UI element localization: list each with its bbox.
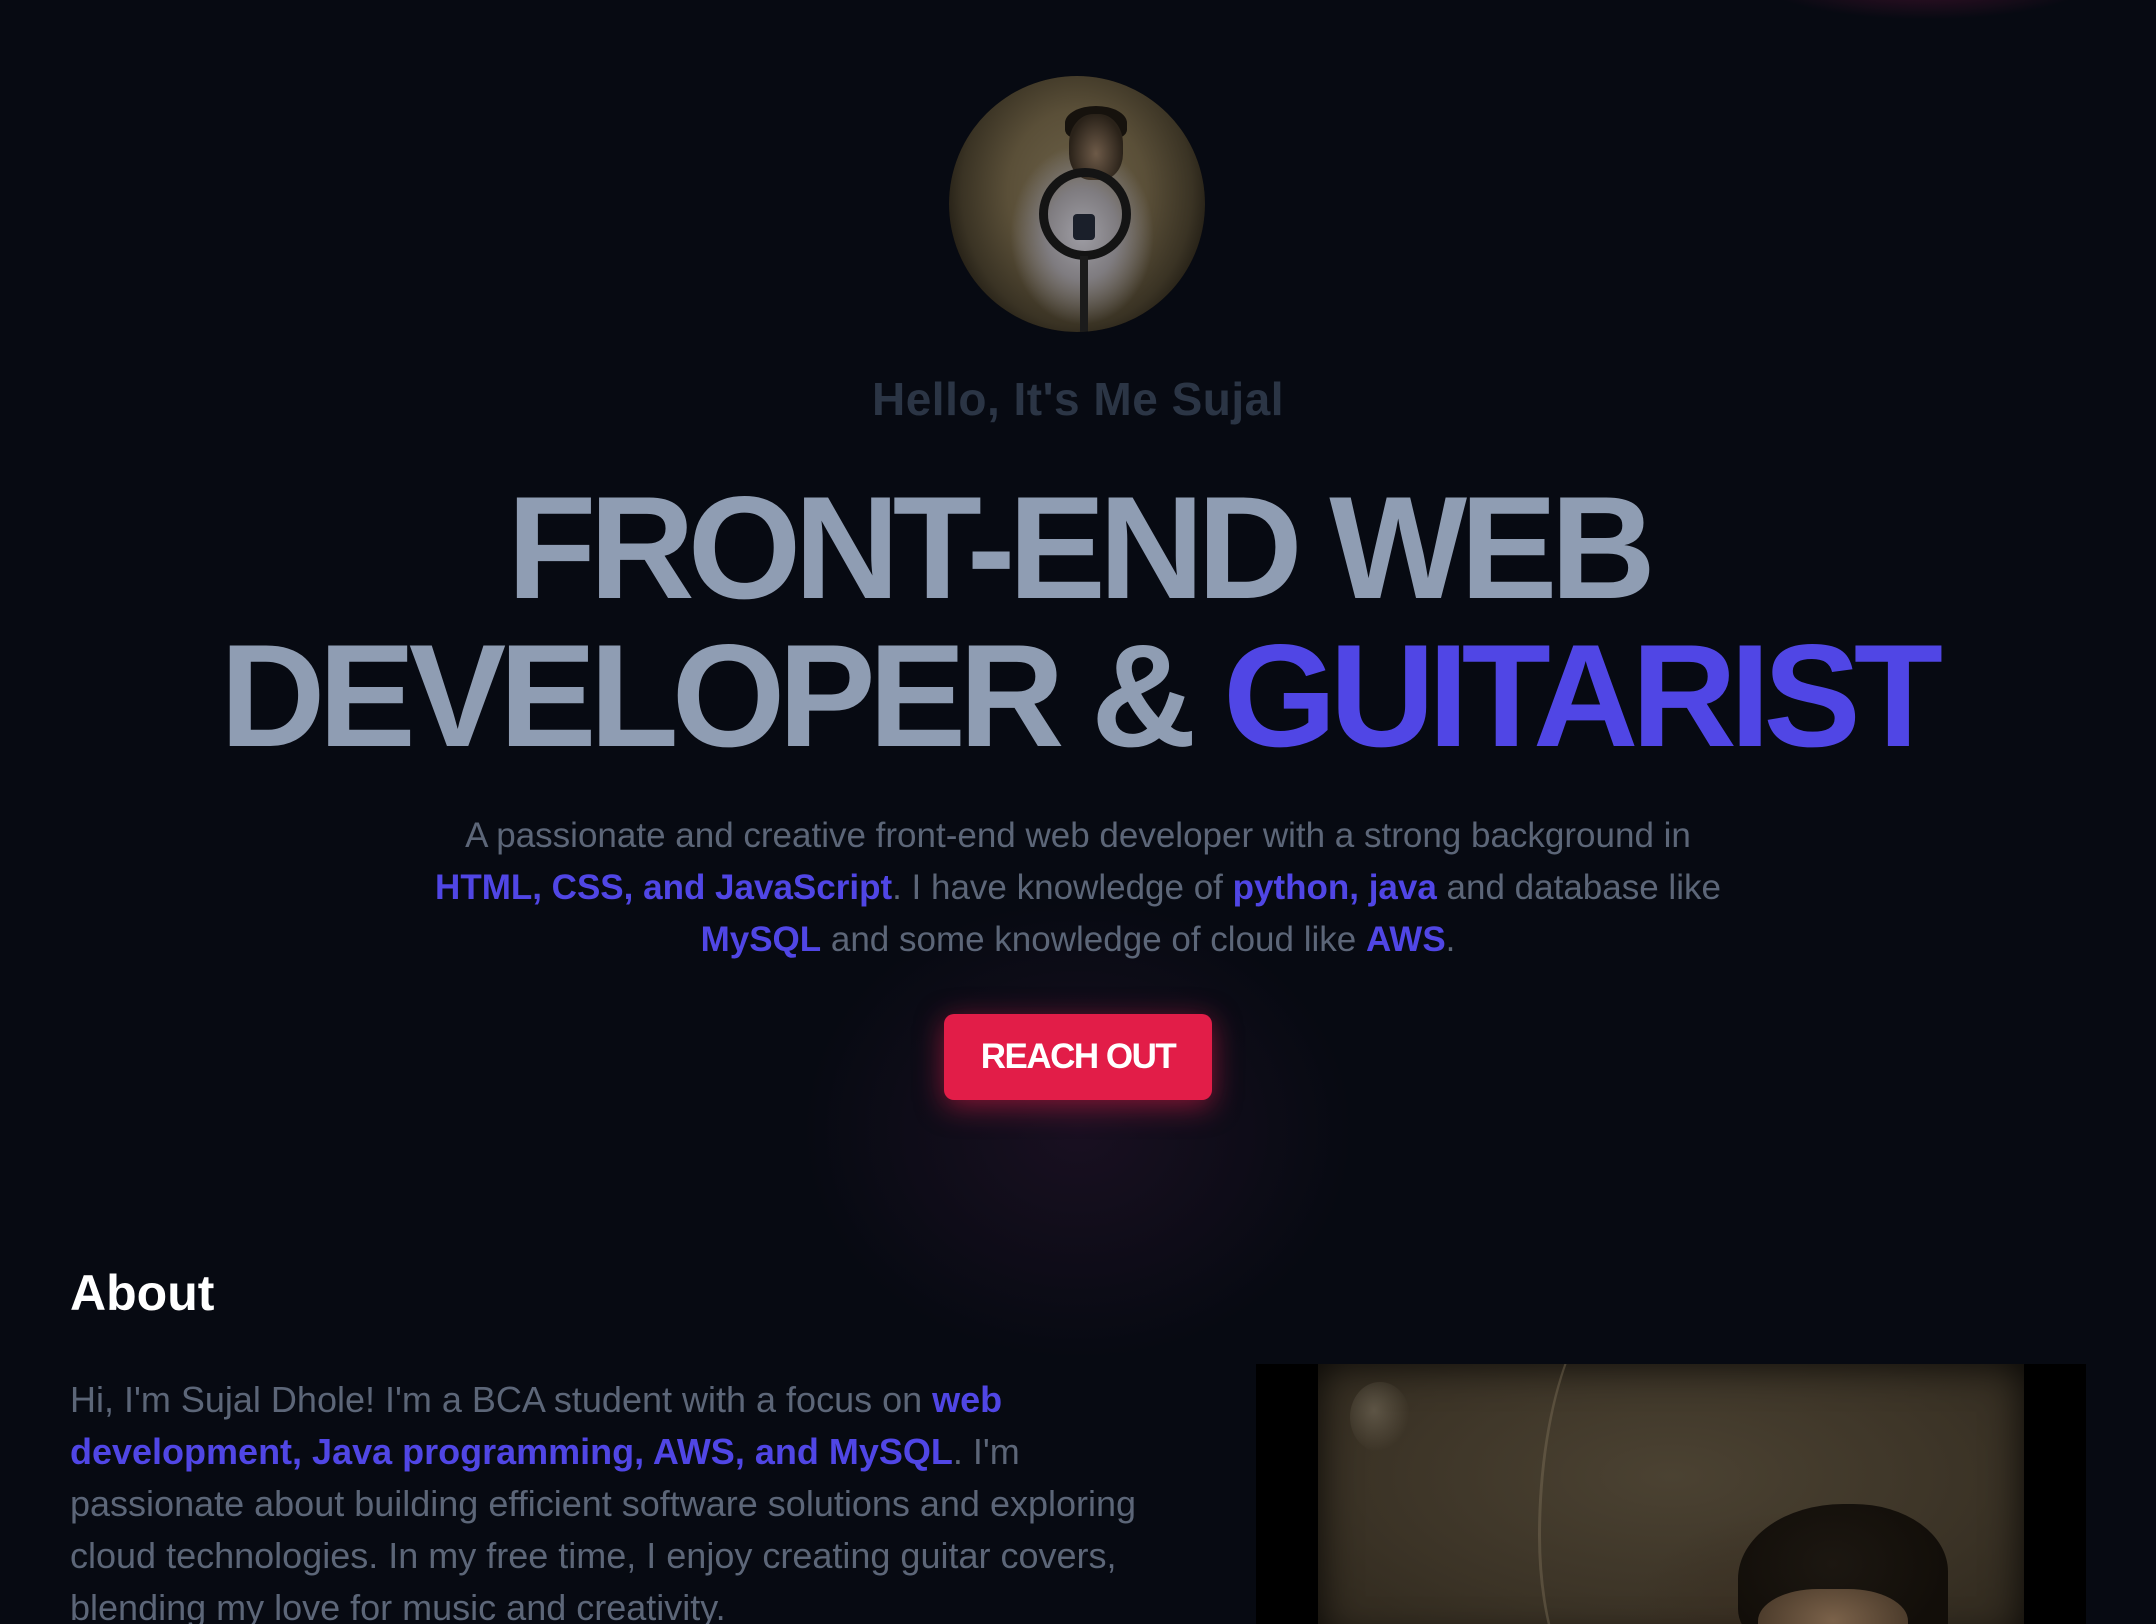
desc-skill-database: MySQL (700, 920, 822, 959)
desc-skill-web: HTML, CSS, and JavaScript (435, 868, 893, 907)
hero-description: A passionate and creative front-end web … (428, 810, 1728, 966)
ring-light-stand (1080, 256, 1088, 332)
hero-headline: FRONT-END WEB DEVELOPER & GUITARIST (0, 474, 2156, 770)
about-photo-image (1318, 1364, 2024, 1624)
desc-text: A passionate and creative front-end web … (465, 816, 1691, 855)
desc-text: and some knowledge of cloud like (821, 920, 1366, 959)
desc-text: and database like (1436, 868, 1721, 907)
desc-text: . I have knowledge of (892, 868, 1233, 907)
camera-icon (1073, 214, 1095, 240)
desc-text: . (1445, 920, 1456, 959)
hero-greeting: Hello, It's Me Sujal (871, 373, 1285, 425)
desc-skill-cloud: AWS (1365, 920, 1446, 959)
background-glow (1756, 0, 2096, 20)
profile-avatar (949, 76, 1205, 332)
about-text-part: Hi, I'm Sujal Dhole! I'm a BCA student w… (70, 1379, 933, 1420)
desc-skill-languages: python, java (1232, 868, 1437, 907)
headline-line-1: FRONT-END WEB (507, 466, 1656, 629)
headline-accent: GUITARIST (1223, 614, 1943, 777)
reach-out-button[interactable]: REACH OUT (944, 1014, 1212, 1100)
about-photo (1256, 1364, 2086, 1624)
about-heading: About (70, 1265, 215, 1321)
photo-guitar-curve (1538, 1364, 1701, 1624)
photo-light-bulb (1350, 1382, 1410, 1452)
headline-line-2: DEVELOPER & (219, 614, 1224, 777)
about-text: Hi, I'm Sujal Dhole! I'm a BCA student w… (70, 1374, 1180, 1624)
